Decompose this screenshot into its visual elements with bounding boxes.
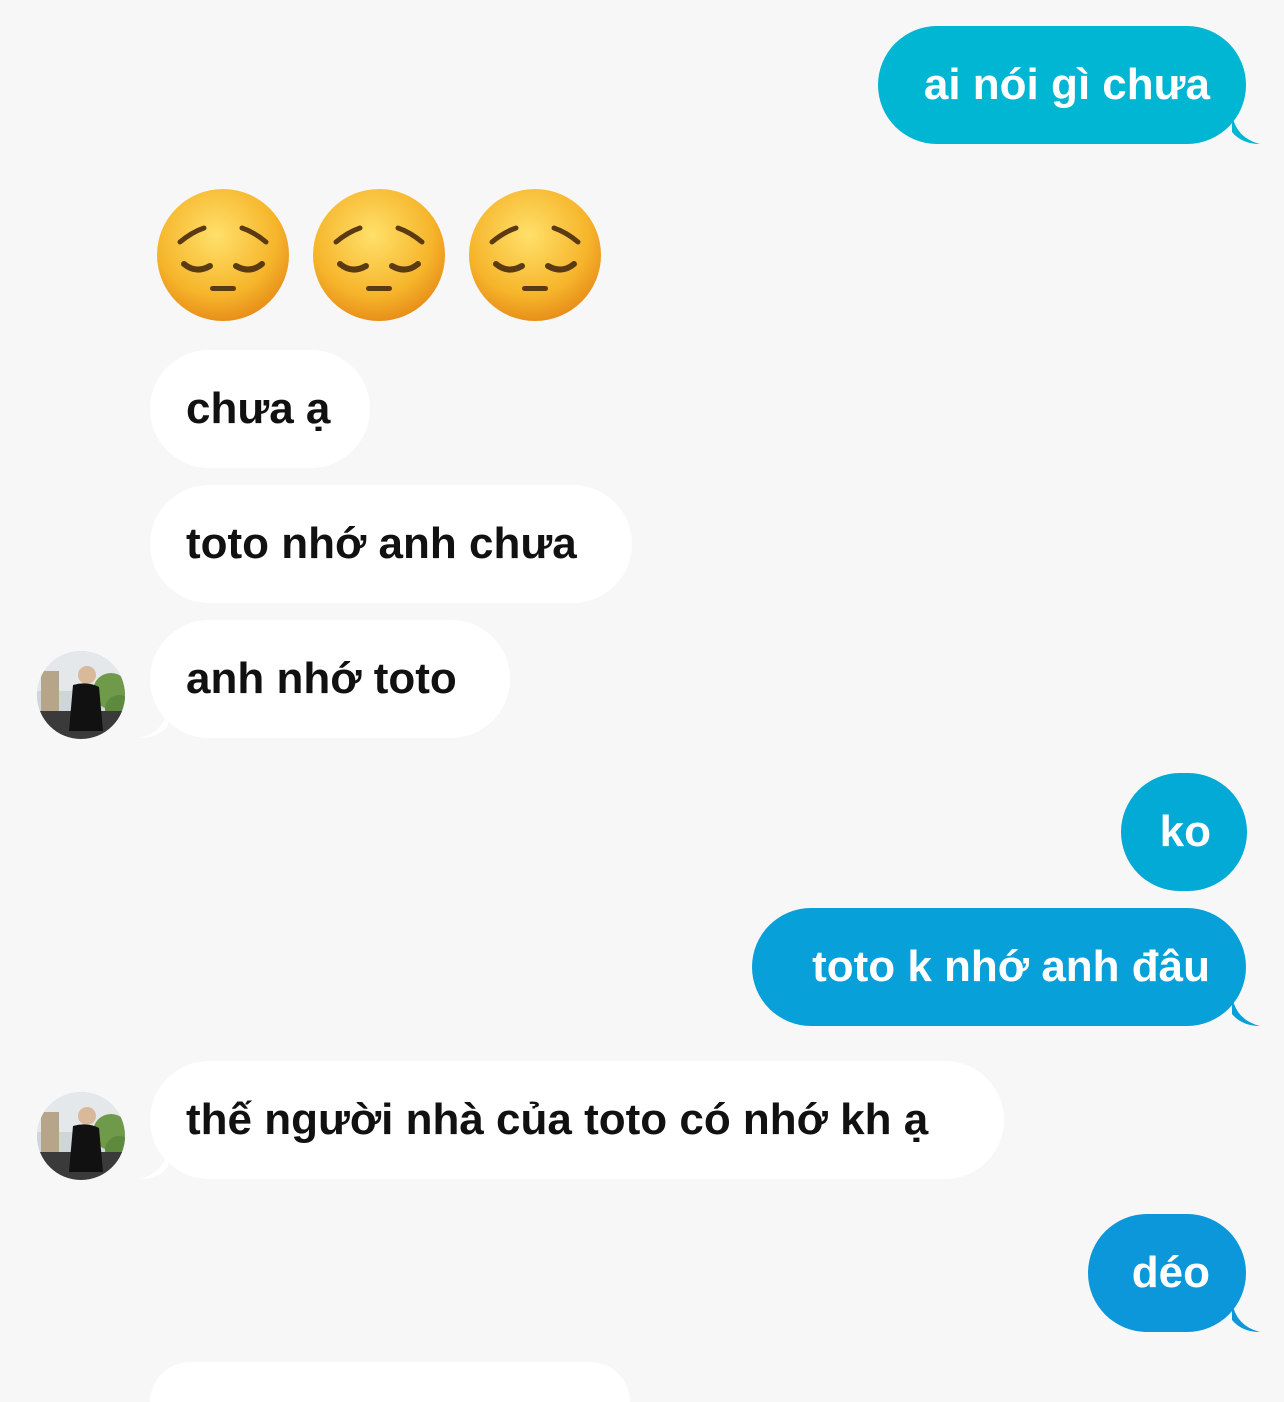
outgoing-message-bubble[interactable]: ko: [1121, 773, 1247, 891]
bubble-tail-icon: [140, 1149, 168, 1179]
bubble-tail-icon: [1232, 114, 1260, 144]
incoming-message-bubble[interactable]: anh nhớ toto: [150, 620, 510, 738]
bubble-tail-icon: [1232, 996, 1260, 1026]
bubble-tail-icon: [1232, 1302, 1260, 1332]
bubble-tail-icon: [140, 708, 168, 738]
outgoing-message-bubble[interactable]: toto k nhớ anh đâu: [752, 908, 1246, 1026]
sender-avatar-icon[interactable]: [37, 1092, 125, 1180]
incoming-message-bubble[interactable]: chưa ạ: [150, 350, 370, 468]
pensive-face-icon: [157, 189, 289, 321]
incoming-message-bubble[interactable]: toto nhớ anh chưa: [150, 485, 632, 603]
emoji-message[interactable]: [150, 182, 608, 328]
outgoing-message-bubble[interactable]: déo: [1088, 1214, 1246, 1332]
pensive-face-icon: [313, 189, 445, 321]
pensive-face-icon: [469, 189, 601, 321]
sender-avatar-icon[interactable]: [37, 651, 125, 739]
outgoing-message-bubble[interactable]: ai nói gì chưa: [878, 26, 1246, 144]
incoming-message-bubble[interactable]: thế người nhà của toto có nhớ kh ạ: [150, 1061, 1004, 1179]
incoming-message-bubble-partial[interactable]: [150, 1362, 630, 1402]
